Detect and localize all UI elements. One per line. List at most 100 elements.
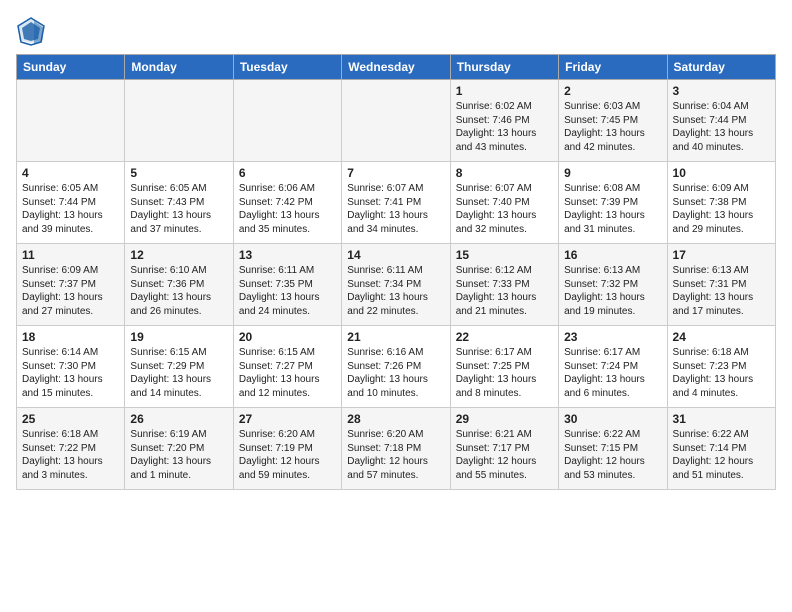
day-header-monday: Monday xyxy=(125,55,233,80)
day-content: Sunrise: 6:09 AM Sunset: 7:37 PM Dayligh… xyxy=(22,264,119,318)
calendar-header-row: SundayMondayTuesdayWednesdayThursdayFrid… xyxy=(17,55,776,80)
day-content: Sunrise: 6:02 AM Sunset: 7:46 PM Dayligh… xyxy=(456,100,553,154)
day-content: Sunrise: 6:14 AM Sunset: 7:30 PM Dayligh… xyxy=(22,346,119,400)
calendar-cell: 27 Sunrise: 6:20 AM Sunset: 7:19 PM Dayli… xyxy=(233,408,341,490)
calendar-cell xyxy=(125,80,233,162)
calendar-cell: 26 Sunrise: 6:19 AM Sunset: 7:20 PM Dayli… xyxy=(125,408,233,490)
calendar-cell: 22 Sunrise: 6:17 AM Sunset: 7:25 PM Dayli… xyxy=(450,326,558,408)
day-number: 30 xyxy=(564,412,661,426)
day-number: 27 xyxy=(239,412,336,426)
calendar-cell: 18 Sunrise: 6:14 AM Sunset: 7:30 PM Dayli… xyxy=(17,326,125,408)
calendar-cell: 23Sunrise: 6:17 AM Sunset: 7:24 PM Dayli… xyxy=(559,326,667,408)
day-header-friday: Friday xyxy=(559,55,667,80)
day-content: Sunrise: 6:09 AM Sunset: 7:38 PM Dayligh… xyxy=(673,182,770,236)
day-header-wednesday: Wednesday xyxy=(342,55,450,80)
day-number: 25 xyxy=(22,412,119,426)
calendar-cell: 25 Sunrise: 6:18 AM Sunset: 7:22 PM Dayli… xyxy=(17,408,125,490)
day-content: Sunrise: 6:15 AM Sunset: 7:27 PM Dayligh… xyxy=(239,346,336,400)
calendar-cell: 17 Sunrise: 6:13 AM Sunset: 7:31 PM Dayli… xyxy=(667,244,775,326)
day-number: 7 xyxy=(347,166,444,180)
day-content: Sunrise: 6:15 AM Sunset: 7:29 PM Dayligh… xyxy=(130,346,227,400)
calendar-table: SundayMondayTuesdayWednesdayThursdayFrid… xyxy=(16,54,776,490)
calendar-cell: 1Sunrise: 6:02 AM Sunset: 7:46 PM Daylig… xyxy=(450,80,558,162)
calendar-cell: 3Sunrise: 6:04 AM Sunset: 7:44 PM Daylig… xyxy=(667,80,775,162)
calendar-cell: 16 Sunrise: 6:13 AM Sunset: 7:32 PM Dayli… xyxy=(559,244,667,326)
calendar-cell: 14 Sunrise: 6:11 AM Sunset: 7:34 PM Dayli… xyxy=(342,244,450,326)
day-number: 26 xyxy=(130,412,227,426)
calendar-cell: 21 Sunrise: 6:16 AM Sunset: 7:26 PM Dayli… xyxy=(342,326,450,408)
day-content: Sunrise: 6:17 AM Sunset: 7:25 PM Dayligh… xyxy=(456,346,553,400)
day-number: 18 xyxy=(22,330,119,344)
day-number: 4 xyxy=(22,166,119,180)
day-number: 11 xyxy=(22,248,119,262)
day-number: 17 xyxy=(673,248,770,262)
day-content: Sunrise: 6:11 AM Sunset: 7:35 PM Dayligh… xyxy=(239,264,336,318)
day-number: 2 xyxy=(564,84,661,98)
day-content: Sunrise: 6:06 AM Sunset: 7:42 PM Dayligh… xyxy=(239,182,336,236)
day-number: 15 xyxy=(456,248,553,262)
day-content: Sunrise: 6:22 AM Sunset: 7:14 PM Dayligh… xyxy=(673,428,770,482)
calendar-week-row: 18 Sunrise: 6:14 AM Sunset: 7:30 PM Dayli… xyxy=(17,326,776,408)
calendar-cell: 15 Sunrise: 6:12 AM Sunset: 7:33 PM Dayli… xyxy=(450,244,558,326)
calendar-cell: 8Sunrise: 6:07 AM Sunset: 7:40 PM Daylig… xyxy=(450,162,558,244)
calendar-cell: 9 Sunrise: 6:08 AM Sunset: 7:39 PM Daylig… xyxy=(559,162,667,244)
calendar-cell: 2 Sunrise: 6:03 AM Sunset: 7:45 PM Daylig… xyxy=(559,80,667,162)
calendar-cell: 28 Sunrise: 6:20 AM Sunset: 7:18 PM Dayli… xyxy=(342,408,450,490)
day-content: Sunrise: 6:05 AM Sunset: 7:44 PM Dayligh… xyxy=(22,182,119,236)
day-content: Sunrise: 6:16 AM Sunset: 7:26 PM Dayligh… xyxy=(347,346,444,400)
day-content: Sunrise: 6:20 AM Sunset: 7:19 PM Dayligh… xyxy=(239,428,336,482)
calendar-cell: 20 Sunrise: 6:15 AM Sunset: 7:27 PM Dayli… xyxy=(233,326,341,408)
day-number: 23 xyxy=(564,330,661,344)
page-header xyxy=(16,16,776,46)
calendar-cell: 19 Sunrise: 6:15 AM Sunset: 7:29 PM Dayli… xyxy=(125,326,233,408)
day-content: Sunrise: 6:18 AM Sunset: 7:23 PM Dayligh… xyxy=(673,346,770,400)
day-number: 28 xyxy=(347,412,444,426)
calendar-cell: 31Sunrise: 6:22 AM Sunset: 7:14 PM Dayli… xyxy=(667,408,775,490)
day-number: 13 xyxy=(239,248,336,262)
calendar-cell: 5 Sunrise: 6:05 AM Sunset: 7:43 PM Daylig… xyxy=(125,162,233,244)
calendar-cell: 13 Sunrise: 6:11 AM Sunset: 7:35 PM Dayli… xyxy=(233,244,341,326)
calendar-week-row: 4 Sunrise: 6:05 AM Sunset: 7:44 PM Daylig… xyxy=(17,162,776,244)
logo-icon xyxy=(16,16,46,46)
day-content: Sunrise: 6:19 AM Sunset: 7:20 PM Dayligh… xyxy=(130,428,227,482)
day-number: 9 xyxy=(564,166,661,180)
calendar-week-row: 1Sunrise: 6:02 AM Sunset: 7:46 PM Daylig… xyxy=(17,80,776,162)
day-number: 22 xyxy=(456,330,553,344)
calendar-cell: 24 Sunrise: 6:18 AM Sunset: 7:23 PM Dayli… xyxy=(667,326,775,408)
day-number: 10 xyxy=(673,166,770,180)
calendar-cell: 30 Sunrise: 6:22 AM Sunset: 7:15 PM Dayli… xyxy=(559,408,667,490)
day-number: 8 xyxy=(456,166,553,180)
day-number: 19 xyxy=(130,330,227,344)
day-number: 16 xyxy=(564,248,661,262)
calendar-cell: 7 Sunrise: 6:07 AM Sunset: 7:41 PM Daylig… xyxy=(342,162,450,244)
day-number: 29 xyxy=(456,412,553,426)
day-content: Sunrise: 6:20 AM Sunset: 7:18 PM Dayligh… xyxy=(347,428,444,482)
day-number: 20 xyxy=(239,330,336,344)
day-content: Sunrise: 6:13 AM Sunset: 7:31 PM Dayligh… xyxy=(673,264,770,318)
day-number: 14 xyxy=(347,248,444,262)
day-number: 5 xyxy=(130,166,227,180)
day-content: Sunrise: 6:13 AM Sunset: 7:32 PM Dayligh… xyxy=(564,264,661,318)
calendar-week-row: 25 Sunrise: 6:18 AM Sunset: 7:22 PM Dayli… xyxy=(17,408,776,490)
day-header-saturday: Saturday xyxy=(667,55,775,80)
day-number: 21 xyxy=(347,330,444,344)
day-content: Sunrise: 6:12 AM Sunset: 7:33 PM Dayligh… xyxy=(456,264,553,318)
day-content: Sunrise: 6:10 AM Sunset: 7:36 PM Dayligh… xyxy=(130,264,227,318)
calendar-week-row: 11 Sunrise: 6:09 AM Sunset: 7:37 PM Dayli… xyxy=(17,244,776,326)
day-content: Sunrise: 6:08 AM Sunset: 7:39 PM Dayligh… xyxy=(564,182,661,236)
day-content: Sunrise: 6:22 AM Sunset: 7:15 PM Dayligh… xyxy=(564,428,661,482)
day-content: Sunrise: 6:07 AM Sunset: 7:41 PM Dayligh… xyxy=(347,182,444,236)
calendar-cell: 12Sunrise: 6:10 AM Sunset: 7:36 PM Dayli… xyxy=(125,244,233,326)
day-content: Sunrise: 6:11 AM Sunset: 7:34 PM Dayligh… xyxy=(347,264,444,318)
day-content: Sunrise: 6:18 AM Sunset: 7:22 PM Dayligh… xyxy=(22,428,119,482)
calendar-cell: 4 Sunrise: 6:05 AM Sunset: 7:44 PM Daylig… xyxy=(17,162,125,244)
calendar-cell: 29Sunrise: 6:21 AM Sunset: 7:17 PM Dayli… xyxy=(450,408,558,490)
day-number: 3 xyxy=(673,84,770,98)
day-number: 24 xyxy=(673,330,770,344)
day-content: Sunrise: 6:03 AM Sunset: 7:45 PM Dayligh… xyxy=(564,100,661,154)
calendar-cell: 11 Sunrise: 6:09 AM Sunset: 7:37 PM Dayli… xyxy=(17,244,125,326)
day-header-thursday: Thursday xyxy=(450,55,558,80)
day-content: Sunrise: 6:05 AM Sunset: 7:43 PM Dayligh… xyxy=(130,182,227,236)
calendar-cell: 10 Sunrise: 6:09 AM Sunset: 7:38 PM Dayli… xyxy=(667,162,775,244)
calendar-cell xyxy=(233,80,341,162)
